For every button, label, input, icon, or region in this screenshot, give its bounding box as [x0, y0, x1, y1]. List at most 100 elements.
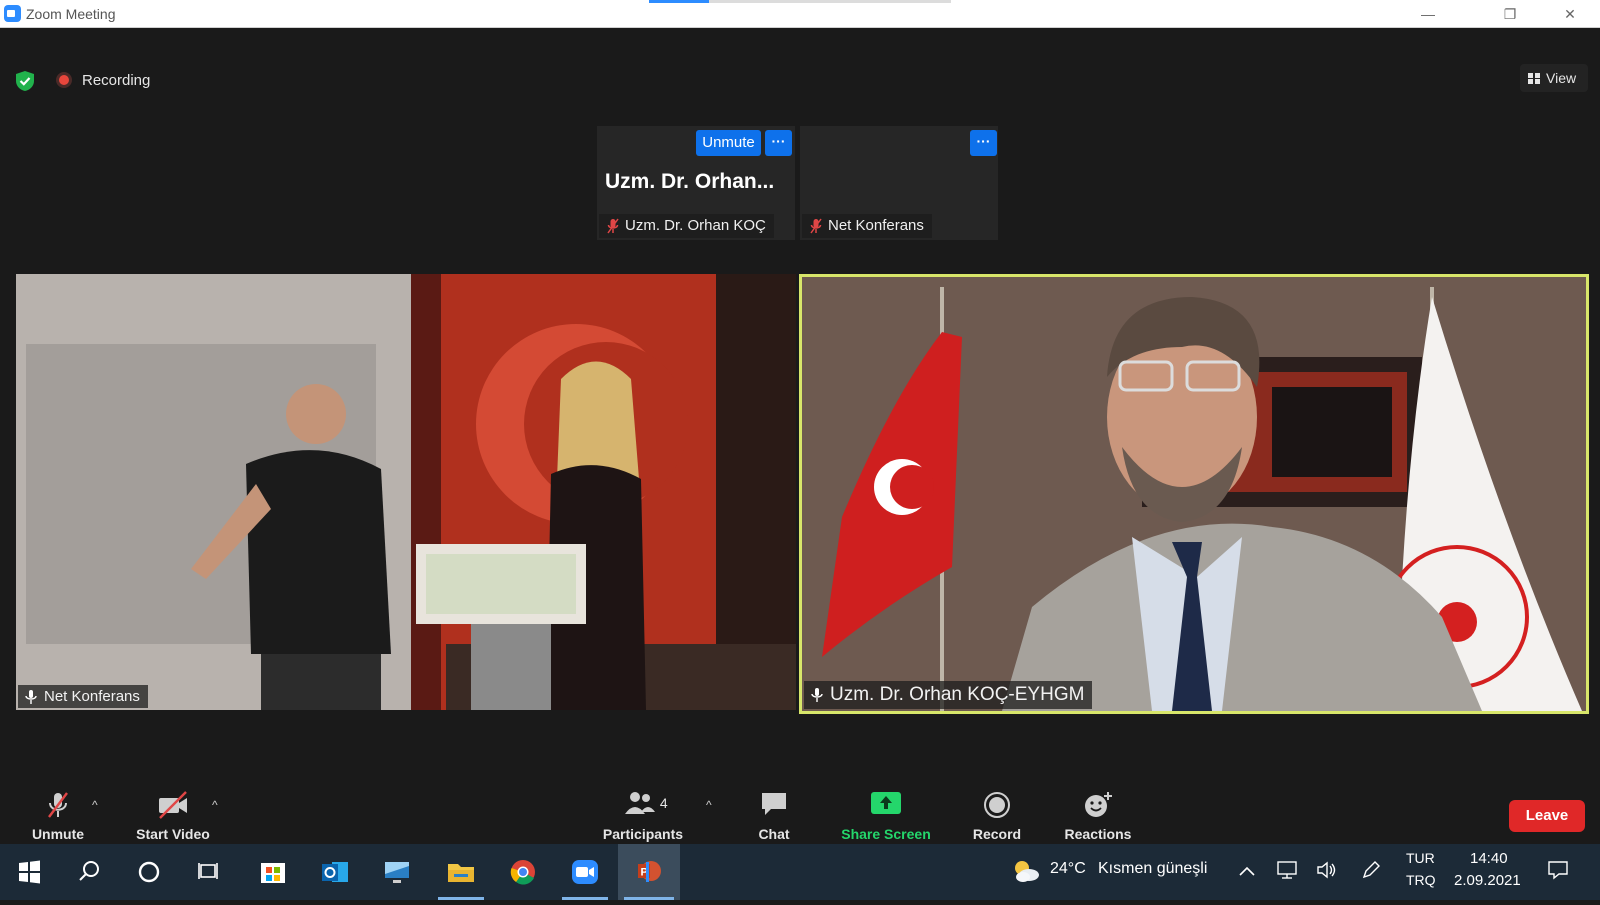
thumbnail-more-button[interactable]: ···: [970, 130, 997, 156]
record-icon: [984, 792, 1010, 818]
record-button[interactable]: Record: [962, 784, 1032, 844]
participants-label: Participants: [602, 826, 684, 842]
share-screen-button[interactable]: Share Screen: [836, 784, 936, 844]
participants-count: 4: [659, 795, 668, 811]
input-language[interactable]: TUR: [1406, 850, 1435, 866]
clock-time[interactable]: 14:40: [1470, 850, 1508, 867]
grid-view-icon: [1528, 73, 1540, 84]
start-video-label: Start Video: [136, 826, 210, 842]
zoom-taskbar-button[interactable]: [556, 844, 614, 900]
participant-video-tile[interactable]: Net Konferans: [16, 274, 796, 710]
video-nametag: Uzm. Dr. Orhan KOÇ-EYHGM: [804, 681, 1093, 709]
outlook-icon: [322, 862, 348, 882]
mic-muted-icon: [607, 218, 619, 234]
pen-icon[interactable]: [1360, 860, 1382, 880]
unmute-button[interactable]: Unmute: [22, 784, 94, 844]
reactions-label: Reactions: [1064, 826, 1132, 842]
unmute-label: Unmute: [31, 826, 85, 842]
participant-thumbnail[interactable]: ··· Net Konferans: [800, 126, 998, 240]
chrome-icon: [510, 860, 535, 885]
windows-start-icon: [19, 860, 40, 884]
task-view-icon: [198, 863, 218, 879]
recording-indicator-icon: [56, 72, 72, 88]
start-video-button[interactable]: Start Video: [130, 784, 216, 844]
clock-date[interactable]: 2.09.2021: [1454, 872, 1521, 889]
remote-desktop-button[interactable]: [368, 844, 426, 900]
store-button[interactable]: [244, 844, 302, 900]
windows-taskbar: P 24°C Kısmen güneşli TUR TRQ 14:40 2.09…: [0, 844, 1600, 900]
windows-start-button[interactable]: [0, 844, 58, 900]
weather-condition[interactable]: Kısmen güneşli: [1098, 860, 1207, 878]
active-speaker-video-tile[interactable]: Uzm. Dr. Orhan KOÇ-EYHGM: [799, 274, 1589, 714]
close-button[interactable]: ✕: [1560, 4, 1580, 24]
keyboard-layout[interactable]: TRQ: [1406, 872, 1436, 888]
participants-icon: [625, 792, 655, 814]
weather-temperature[interactable]: 24°C: [1050, 860, 1086, 878]
loading-progress-fill: [649, 0, 710, 3]
powerpoint-button[interactable]: P: [618, 844, 680, 900]
chat-label: Chat: [758, 826, 790, 842]
file-explorer-button[interactable]: [432, 844, 490, 900]
video-nametag-text: Uzm. Dr. Orhan KOÇ-EYHGM: [830, 684, 1085, 705]
search-icon: [79, 861, 99, 881]
video-options-caret[interactable]: ^: [212, 798, 218, 812]
task-view-button[interactable]: [180, 844, 238, 900]
thumbnail-unmute-button[interactable]: Unmute: [696, 130, 761, 156]
share-screen-icon: [871, 792, 901, 814]
participants-icon-group: 4: [624, 790, 668, 816]
audio-options-caret[interactable]: ^: [92, 798, 98, 812]
mic-muted-icon: [810, 218, 822, 234]
video-nametag: Net Konferans: [18, 685, 148, 708]
powerpoint-icon: P: [638, 861, 661, 882]
participant-thumbnail[interactable]: Unmute ··· Uzm. Dr. Orhan... Uzm. Dr. Or…: [597, 126, 795, 240]
zoom-app-icon: [4, 5, 21, 22]
network-icon[interactable]: [1276, 860, 1298, 880]
record-label: Record: [972, 826, 1022, 842]
restore-button[interactable]: ❐: [1500, 4, 1520, 24]
store-icon: [261, 863, 285, 883]
cortana-icon: [138, 861, 160, 883]
video-feed-image: [802, 277, 1586, 711]
shield-check-icon[interactable]: [14, 70, 36, 92]
taskbar-search-button[interactable]: [60, 844, 118, 900]
window-title-bar: Zoom Meeting — ❐ ✕: [0, 0, 1600, 28]
chrome-button[interactable]: [494, 844, 552, 900]
participants-button[interactable]: 4 Participants: [594, 784, 692, 844]
weather-partly-sunny-icon[interactable]: [1012, 858, 1040, 884]
chat-button[interactable]: Chat: [744, 784, 804, 844]
participant-display-name: Uzm. Dr. Orhan...: [605, 170, 775, 193]
thumbnail-more-button[interactable]: ···: [765, 130, 792, 156]
participant-nametag-text: Uzm. Dr. Orhan KOÇ: [625, 217, 766, 234]
volume-icon[interactable]: [1316, 860, 1338, 880]
meeting-toolbar: Unmute ^ Start Video ^ 4 Participants ^ …: [0, 784, 1600, 844]
window-title: Zoom Meeting: [26, 6, 116, 22]
cortana-button[interactable]: [120, 844, 178, 900]
participants-options-caret[interactable]: ^: [706, 798, 712, 812]
chat-icon: [762, 793, 786, 815]
share-screen-label: Share Screen: [841, 826, 931, 842]
remote-desktop-icon: [385, 862, 409, 883]
meeting-area: Recording View Unmute ··· Uzm. Dr. Orhan…: [0, 28, 1600, 784]
speaking-icon: [811, 688, 823, 702]
view-button[interactable]: View: [1520, 64, 1588, 92]
loading-progress-bar: [649, 0, 951, 3]
outlook-button[interactable]: [306, 844, 364, 900]
speaking-icon: [25, 689, 37, 704]
recording-label: Recording: [82, 72, 151, 89]
participant-nametag-text: Net Konferans: [828, 217, 924, 234]
file-explorer-icon: [448, 864, 474, 882]
view-label: View: [1546, 70, 1577, 86]
minimize-button[interactable]: —: [1418, 4, 1438, 24]
video-nametag-text: Net Konferans: [44, 688, 140, 705]
participant-nametag: Uzm. Dr. Orhan KOÇ: [599, 214, 774, 238]
chevron-up-icon[interactable]: [1238, 864, 1256, 878]
mic-muted-icon: [48, 792, 68, 818]
zoom-icon: [572, 860, 598, 884]
participant-nametag: Net Konferans: [802, 214, 932, 238]
video-off-icon: [159, 791, 187, 819]
reactions-icon: [1085, 792, 1112, 817]
reactions-button[interactable]: Reactions: [1060, 784, 1136, 844]
video-feed-image: [16, 274, 796, 710]
leave-button[interactable]: Leave: [1509, 800, 1585, 832]
notifications-icon[interactable]: [1546, 858, 1570, 882]
